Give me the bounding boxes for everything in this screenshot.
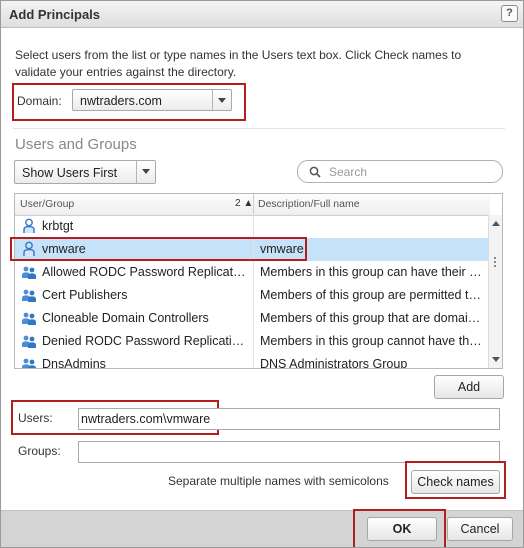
row-name: Denied RODC Password Replication Group bbox=[42, 334, 247, 348]
column-header-user-group[interactable]: User/Group bbox=[20, 198, 74, 210]
table-row[interactable]: DnsAdmins DNS Administrators Group bbox=[15, 353, 490, 369]
group-icon bbox=[21, 333, 37, 349]
users-groups-grid: User/Group 2 ▲ Description/Full name krb… bbox=[14, 193, 503, 369]
row-separator bbox=[253, 330, 254, 353]
group-icon bbox=[21, 356, 37, 368]
domain-label: Domain: bbox=[17, 94, 62, 108]
groups-field[interactable] bbox=[78, 441, 500, 463]
row-name: Allowed RODC Password Replication Group bbox=[42, 265, 247, 279]
dialog-title: Add Principals bbox=[9, 7, 101, 22]
row-description: Members of this group that are domain co… bbox=[260, 311, 486, 325]
semicolon-hint: Separate multiple names with semicolons bbox=[168, 474, 389, 488]
selected-row-highlight bbox=[10, 237, 307, 261]
table-row[interactable]: Allowed RODC Password Replication Group … bbox=[15, 261, 490, 284]
search-icon bbox=[309, 166, 321, 178]
domain-value: nwtraders.com bbox=[80, 94, 162, 108]
cancel-button[interactable]: Cancel bbox=[447, 517, 513, 541]
users-value: nwtraders.com\vmware bbox=[81, 412, 211, 426]
table-row[interactable]: Denied RODC Password Replication Group M… bbox=[15, 330, 490, 353]
row-name: Cert Publishers bbox=[42, 288, 128, 302]
search-placeholder: Search bbox=[329, 165, 368, 179]
ok-button[interactable]: OK bbox=[367, 517, 437, 541]
table-row[interactable]: krbtgt bbox=[15, 215, 490, 238]
row-separator bbox=[253, 353, 254, 368]
row-separator bbox=[253, 284, 254, 307]
row-description: Members of this group are permitted to p… bbox=[260, 288, 486, 302]
table-row[interactable]: Cloneable Domain Controllers Members of … bbox=[15, 307, 490, 330]
filter-select[interactable]: Show Users First bbox=[14, 160, 156, 184]
row-name: krbtgt bbox=[42, 219, 74, 233]
row-description: Members in this group can have their pas… bbox=[260, 265, 486, 279]
scroll-up-icon[interactable] bbox=[492, 221, 500, 226]
check-names-button[interactable]: Check names bbox=[411, 470, 500, 494]
scroll-thumb[interactable] bbox=[491, 255, 499, 271]
row-separator bbox=[253, 261, 254, 284]
group-icon bbox=[21, 264, 37, 280]
user-icon bbox=[21, 218, 37, 234]
row-separator bbox=[253, 215, 254, 238]
filter-value: Show Users First bbox=[22, 166, 118, 180]
table-row[interactable]: Cert Publishers Members of this group ar… bbox=[15, 284, 490, 307]
row-description: Members in this group cannot have their … bbox=[260, 334, 486, 348]
row-description: DNS Administrators Group bbox=[260, 357, 408, 369]
instructions-text: Select users from the list or type names… bbox=[15, 48, 462, 79]
row-name: DnsAdmins bbox=[42, 357, 106, 369]
groups-label: Groups: bbox=[18, 444, 61, 458]
title-bar: Add Principals ? bbox=[1, 1, 523, 28]
group-icon bbox=[21, 310, 37, 326]
row-name: Cloneable Domain Controllers bbox=[42, 311, 209, 325]
grid-scrollbar[interactable] bbox=[488, 215, 502, 368]
add-principals-dialog: Add Principals ? Select users from the l… bbox=[0, 0, 524, 548]
column-separator[interactable] bbox=[253, 194, 254, 215]
sort-indicator[interactable]: 2 ▲ bbox=[235, 198, 253, 209]
row-separator bbox=[253, 307, 254, 330]
domain-select[interactable]: nwtraders.com bbox=[72, 89, 232, 111]
scroll-down-icon[interactable] bbox=[492, 357, 500, 362]
help-icon[interactable]: ? bbox=[501, 5, 518, 22]
column-header-description[interactable]: Description/Full name bbox=[258, 198, 360, 210]
group-icon bbox=[21, 287, 37, 303]
users-field[interactable]: nwtraders.com\vmware bbox=[78, 408, 500, 430]
users-label: Users: bbox=[18, 411, 53, 425]
users-and-groups-title: Users and Groups bbox=[15, 136, 137, 153]
chevron-down-icon bbox=[212, 90, 231, 110]
chevron-down-icon bbox=[136, 161, 155, 183]
section-divider bbox=[13, 128, 505, 129]
search-input[interactable]: Search bbox=[297, 160, 503, 183]
add-button[interactable]: Add bbox=[434, 375, 504, 399]
grid-header: User/Group 2 ▲ Description/Full name bbox=[15, 194, 490, 216]
